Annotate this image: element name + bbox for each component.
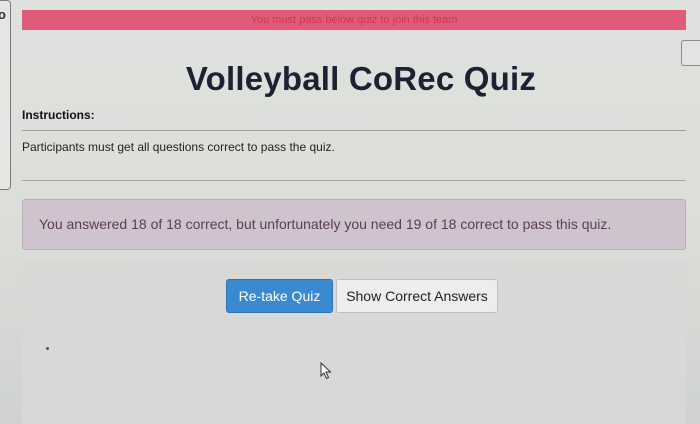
screen: o You must pass below quiz to join this …	[0, 0, 700, 424]
banner-text: You must pass below quiz to join this te…	[250, 14, 458, 26]
retake-quiz-button[interactable]: Re-take Quiz	[226, 279, 333, 313]
page-title: Volleyball CoRec Quiz	[185, 60, 537, 97]
join-requirement-banner: You must pass below quiz to join this te…	[22, 10, 686, 30]
divider	[22, 130, 686, 131]
screen-speck	[46, 347, 49, 350]
divider	[22, 180, 686, 181]
left-panel-glyph: o	[0, 7, 6, 22]
mouse-pointer-icon	[320, 362, 332, 380]
action-area: Re-take Quiz Show Correct Answers	[22, 262, 686, 424]
instructions-text: Participants must get all questions corr…	[22, 140, 335, 154]
instructions-label: Instructions:	[22, 108, 95, 122]
show-correct-answers-button[interactable]: Show Correct Answers	[336, 279, 498, 313]
quiz-result-alert: You answered 18 of 18 correct, but unfor…	[22, 199, 686, 250]
quiz-result-message: You answered 18 of 18 correct, but unfor…	[39, 216, 612, 232]
